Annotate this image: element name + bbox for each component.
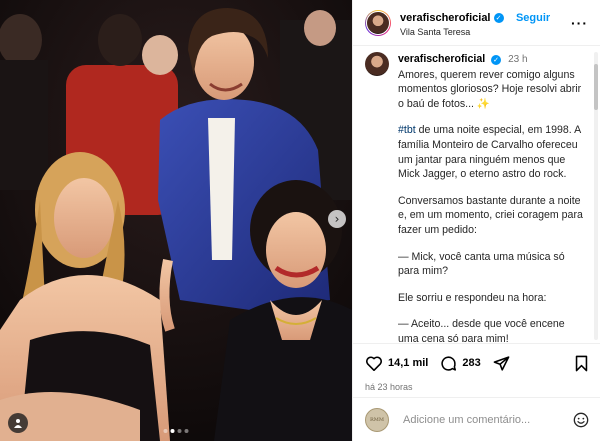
carousel-dot bbox=[163, 429, 168, 433]
author-avatar-image bbox=[366, 10, 390, 35]
carousel-indicator bbox=[163, 429, 189, 433]
post-photo[interactable]: › bbox=[0, 0, 352, 441]
carousel-dot bbox=[184, 429, 189, 433]
comment-bar: RMM bbox=[353, 397, 600, 441]
post-actions: 14,1 mil 283 há 23 horas bbox=[353, 343, 600, 392]
post-location[interactable]: Vila Santa Teresa bbox=[400, 27, 550, 37]
carousel-dot bbox=[177, 429, 182, 433]
author-username-text[interactable]: verafischeroficial bbox=[400, 12, 491, 25]
comment-input[interactable] bbox=[401, 412, 567, 427]
emoji-icon[interactable] bbox=[573, 412, 589, 428]
like-count[interactable]: 14,1 mil bbox=[388, 357, 428, 369]
post-age[interactable]: há 23 horas bbox=[365, 382, 589, 392]
caption-body: verafischeroficial ✓ 23 h Amores, querem… bbox=[398, 52, 587, 342]
verified-badge-icon: ✓ bbox=[491, 55, 502, 66]
caption-paragraph: Conversamos bastante durante a noite e, … bbox=[398, 194, 583, 236]
post-header: verafischeroficial ✓ Seguir Vila Santa T… bbox=[353, 0, 600, 46]
chevron-right-icon: › bbox=[334, 212, 340, 226]
caption-avatar[interactable] bbox=[365, 52, 389, 76]
caption-paragraph: #tbt de uma noite especial, em 1998. A f… bbox=[398, 123, 587, 181]
person-tag-icon bbox=[14, 419, 22, 428]
caption-paragraph: Ele sorriu e respondeu na hora: bbox=[398, 291, 547, 304]
carousel-dot-active bbox=[170, 429, 175, 433]
post-side-panel: verafischeroficial ✓ Seguir Vila Santa T… bbox=[352, 0, 600, 441]
more-options-icon[interactable]: ··· bbox=[571, 15, 588, 31]
caption-paragraph: Amores, querem rever comigo alguns momen… bbox=[398, 68, 582, 110]
verified-badge-icon: ✓ bbox=[493, 13, 504, 24]
caption-paragraph: — Mick, você canta uma música só para mi… bbox=[398, 250, 565, 278]
share-icon[interactable] bbox=[493, 355, 510, 372]
heart-icon[interactable] bbox=[365, 355, 383, 371]
author-info: verafischeroficial ✓ Seguir Vila Santa T… bbox=[400, 8, 550, 37]
comment-action: 283 bbox=[440, 355, 481, 372]
caption-time: 23 h bbox=[508, 54, 528, 65]
photo-image bbox=[0, 0, 352, 441]
caption-first-paragraph: verafischeroficial ✓ 23 h Amores, querem… bbox=[398, 52, 587, 111]
follow-button[interactable]: Seguir bbox=[516, 12, 550, 24]
comment-icon[interactable] bbox=[440, 355, 457, 372]
current-user-avatar: RMM bbox=[365, 407, 389, 432]
bookmark-icon[interactable] bbox=[574, 355, 589, 372]
post-caption: verafischeroficial ✓ 23 h Amores, querem… bbox=[353, 50, 600, 342]
caption-scroll-thumb[interactable] bbox=[594, 64, 598, 110]
comment-count[interactable]: 283 bbox=[462, 357, 480, 369]
next-photo-button[interactable]: › bbox=[328, 210, 346, 228]
caption-paragraph: — Aceito... desde que você encene uma ce… bbox=[398, 318, 565, 342]
hashtag-link[interactable]: #tbt bbox=[398, 124, 416, 136]
caption-paragraph-text: de uma noite especial, em 1998. A famíli… bbox=[398, 124, 581, 181]
like-action: 14,1 mil bbox=[365, 355, 428, 371]
tagged-people-button[interactable] bbox=[8, 413, 28, 433]
author-username[interactable]: verafischeroficial ✓ bbox=[400, 12, 504, 25]
caption-username[interactable]: verafischeroficial bbox=[398, 53, 485, 65]
author-avatar[interactable] bbox=[365, 9, 391, 36]
